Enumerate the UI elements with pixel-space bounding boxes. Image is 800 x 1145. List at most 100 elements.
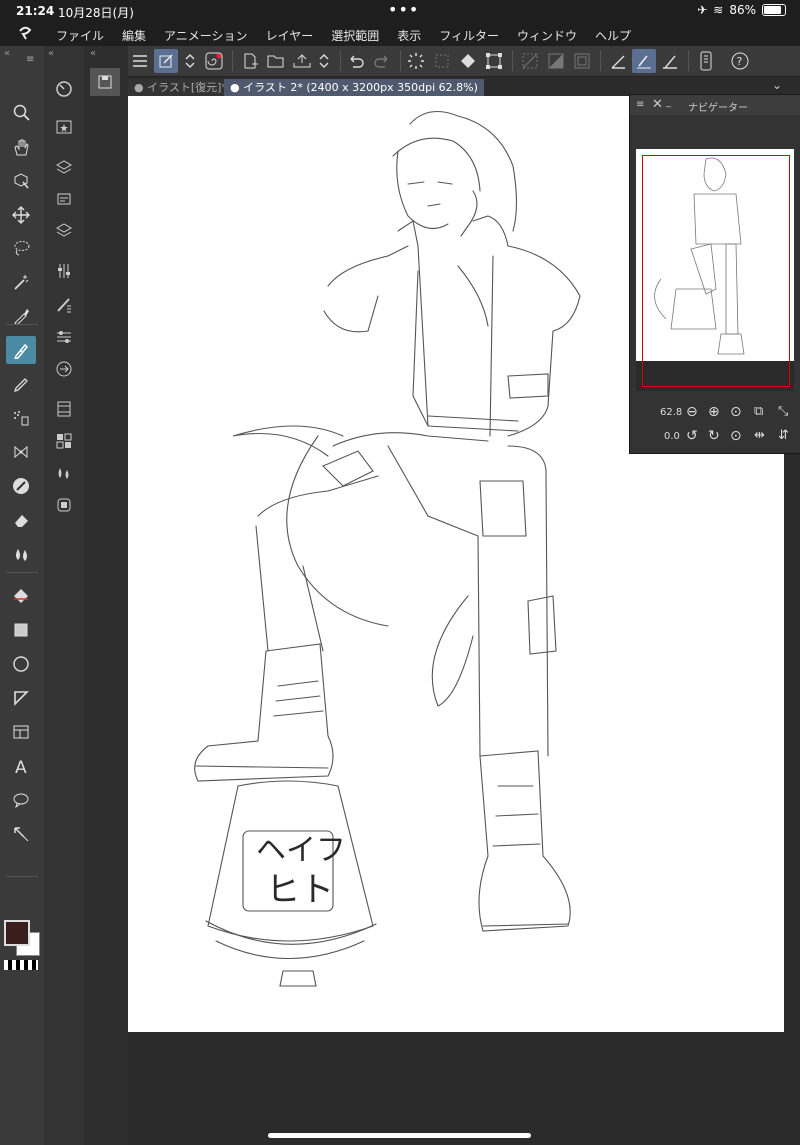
rotation-value: 0.0 <box>664 431 680 442</box>
device-settings-icon[interactable] <box>694 49 718 73</box>
tool-property-icon[interactable] <box>50 258 78 284</box>
ruler-snap-icon[interactable] <box>606 49 630 73</box>
dock-collapse-icon[interactable]: « <box>90 48 96 59</box>
quick-access-icon[interactable] <box>50 356 78 382</box>
menu-item[interactable]: ヘルプ <box>595 27 631 44</box>
color-set-icon[interactable] <box>50 428 78 454</box>
ellipse-icon[interactable] <box>6 650 36 678</box>
selection-outline-icon[interactable] <box>430 49 454 73</box>
battery-icon <box>762 4 786 16</box>
intermediate-color-icon[interactable] <box>50 492 78 518</box>
help-icon[interactable]: ? <box>728 49 752 73</box>
eyedropper-icon[interactable] <box>6 302 36 330</box>
menu-item[interactable]: 選択範囲 <box>331 27 379 44</box>
transparent-color-swatch[interactable] <box>4 960 38 970</box>
magic-wand-icon[interactable] <box>6 268 36 296</box>
wifi-icon: ≋ <box>713 3 724 17</box>
layer-property-icon[interactable] <box>50 154 78 180</box>
menu-item[interactable]: 編集 <box>122 27 146 44</box>
zoom-icon[interactable] <box>6 98 36 126</box>
zoom-in-icon[interactable]: ⊕ <box>708 404 720 420</box>
menu-item[interactable]: 表示 <box>397 27 421 44</box>
fill-icon[interactable] <box>6 582 36 610</box>
export-arrows-icon[interactable] <box>312 49 336 73</box>
sub-tool-detail-icon[interactable] <box>50 324 78 350</box>
material-icon[interactable] <box>50 114 78 140</box>
pen-icon[interactable] <box>6 336 36 364</box>
menu-icon[interactable] <box>128 49 152 73</box>
correct-line-icon[interactable] <box>6 820 36 848</box>
multitask-dots-icon[interactable]: ••• <box>388 0 419 19</box>
balloon-icon[interactable] <box>6 786 36 814</box>
navigator-view-frame[interactable] <box>642 155 790 387</box>
brush-size-icon[interactable] <box>50 292 78 318</box>
menu-item[interactable]: ウィンドウ <box>517 27 577 44</box>
clear-selection-icon[interactable] <box>518 49 542 73</box>
zoom-reset-icon[interactable]: ⊙ <box>730 404 742 420</box>
brush-icon[interactable] <box>6 472 36 500</box>
menu-item[interactable]: アニメーション <box>164 27 248 44</box>
layer-search-icon[interactable] <box>50 186 78 212</box>
pencil-icon[interactable] <box>6 370 36 398</box>
rotate-left-icon[interactable]: ↺ <box>686 428 698 444</box>
menu-item[interactable]: フィルター <box>439 27 499 44</box>
lasso-icon[interactable] <box>6 234 36 262</box>
invert-selection-icon[interactable] <box>544 49 568 73</box>
fill-selection-icon[interactable] <box>456 49 480 73</box>
flip-horizontal-icon[interactable]: ⇹ <box>754 428 765 443</box>
subpanel-collapse-icon[interactable]: « <box>48 48 54 59</box>
rotate-right-icon[interactable]: ↻ <box>708 428 720 444</box>
text-icon[interactable]: A <box>6 752 36 780</box>
menu-item[interactable]: レイヤー <box>266 27 314 44</box>
export-icon[interactable] <box>290 49 314 73</box>
panel-menu-icon[interactable]: ≡ <box>26 54 34 65</box>
blend-icon[interactable] <box>6 540 36 568</box>
gradient-icon[interactable] <box>6 616 36 644</box>
home-indicator[interactable] <box>268 1133 531 1138</box>
color-history-icon[interactable] <box>50 460 78 486</box>
edit-mode-icon[interactable] <box>154 49 178 73</box>
expand-arrows-icon[interactable] <box>178 49 202 73</box>
airbrush-icon[interactable] <box>6 404 36 432</box>
special-ruler-icon[interactable] <box>658 49 682 73</box>
app-logo-icon[interactable] <box>17 25 33 44</box>
redo-icon[interactable] <box>370 49 394 73</box>
ruler-icon[interactable] <box>6 684 36 712</box>
main-color-swatch[interactable] <box>4 920 30 946</box>
brush-snap-icon[interactable] <box>632 49 656 73</box>
zoom-out-icon[interactable]: ⊖ <box>686 404 698 420</box>
tabs-dropdown-icon[interactable]: ⌄ <box>772 78 782 92</box>
flip-vertical-icon[interactable]: ⇵ <box>778 428 789 443</box>
object-icon[interactable] <box>6 166 36 194</box>
move-icon[interactable] <box>6 201 36 229</box>
layer-icon[interactable] <box>50 218 78 244</box>
fit-to-window-icon[interactable]: ⧉ <box>754 404 763 419</box>
svg-text:?: ? <box>737 55 743 68</box>
menu-item[interactable]: ファイル <box>56 27 104 44</box>
save-icon[interactable] <box>90 68 120 96</box>
tab-illust-2[interactable]: ● イラスト 2* (2400 x 3200px 350dpi 62.8%) <box>224 79 484 96</box>
navigator-close-icon[interactable]: ✕ <box>652 97 663 112</box>
panel-collapse-icon[interactable]: « <box>4 48 10 59</box>
navigator-menu-icon[interactable]: ≡ <box>636 99 644 110</box>
eraser-icon[interactable] <box>6 506 36 534</box>
spiral-icon[interactable] <box>202 49 226 73</box>
navigator-zoom-row: 62.8 ⊖ ⊕ ⊙ ⧉ ⤡ <box>630 403 800 425</box>
decoration-icon[interactable] <box>6 438 36 466</box>
full-screen-icon[interactable]: ⤡ <box>778 404 788 419</box>
hand-icon[interactable] <box>6 133 36 161</box>
loading-icon[interactable] <box>404 49 428 73</box>
navigator-shortcut-icon[interactable] <box>50 76 78 102</box>
frame-icon[interactable] <box>6 718 36 746</box>
zoom-value: 62.8 <box>660 407 683 418</box>
timeline-icon[interactable] <box>50 396 78 422</box>
open-folder-icon[interactable] <box>264 49 288 73</box>
selection-border-icon[interactable] <box>570 49 594 73</box>
new-file-icon[interactable] <box>238 49 262 73</box>
tab-illust-restored[interactable]: ● イラスト[復元]* <box>128 79 233 96</box>
navigator-minimize-icon[interactable]: _ <box>666 97 671 108</box>
rotate-reset-icon[interactable]: ⊙ <box>730 428 742 444</box>
canvas-label-bottom: ヒト <box>266 870 334 910</box>
transform-icon[interactable] <box>482 49 506 73</box>
undo-icon[interactable] <box>344 49 368 73</box>
